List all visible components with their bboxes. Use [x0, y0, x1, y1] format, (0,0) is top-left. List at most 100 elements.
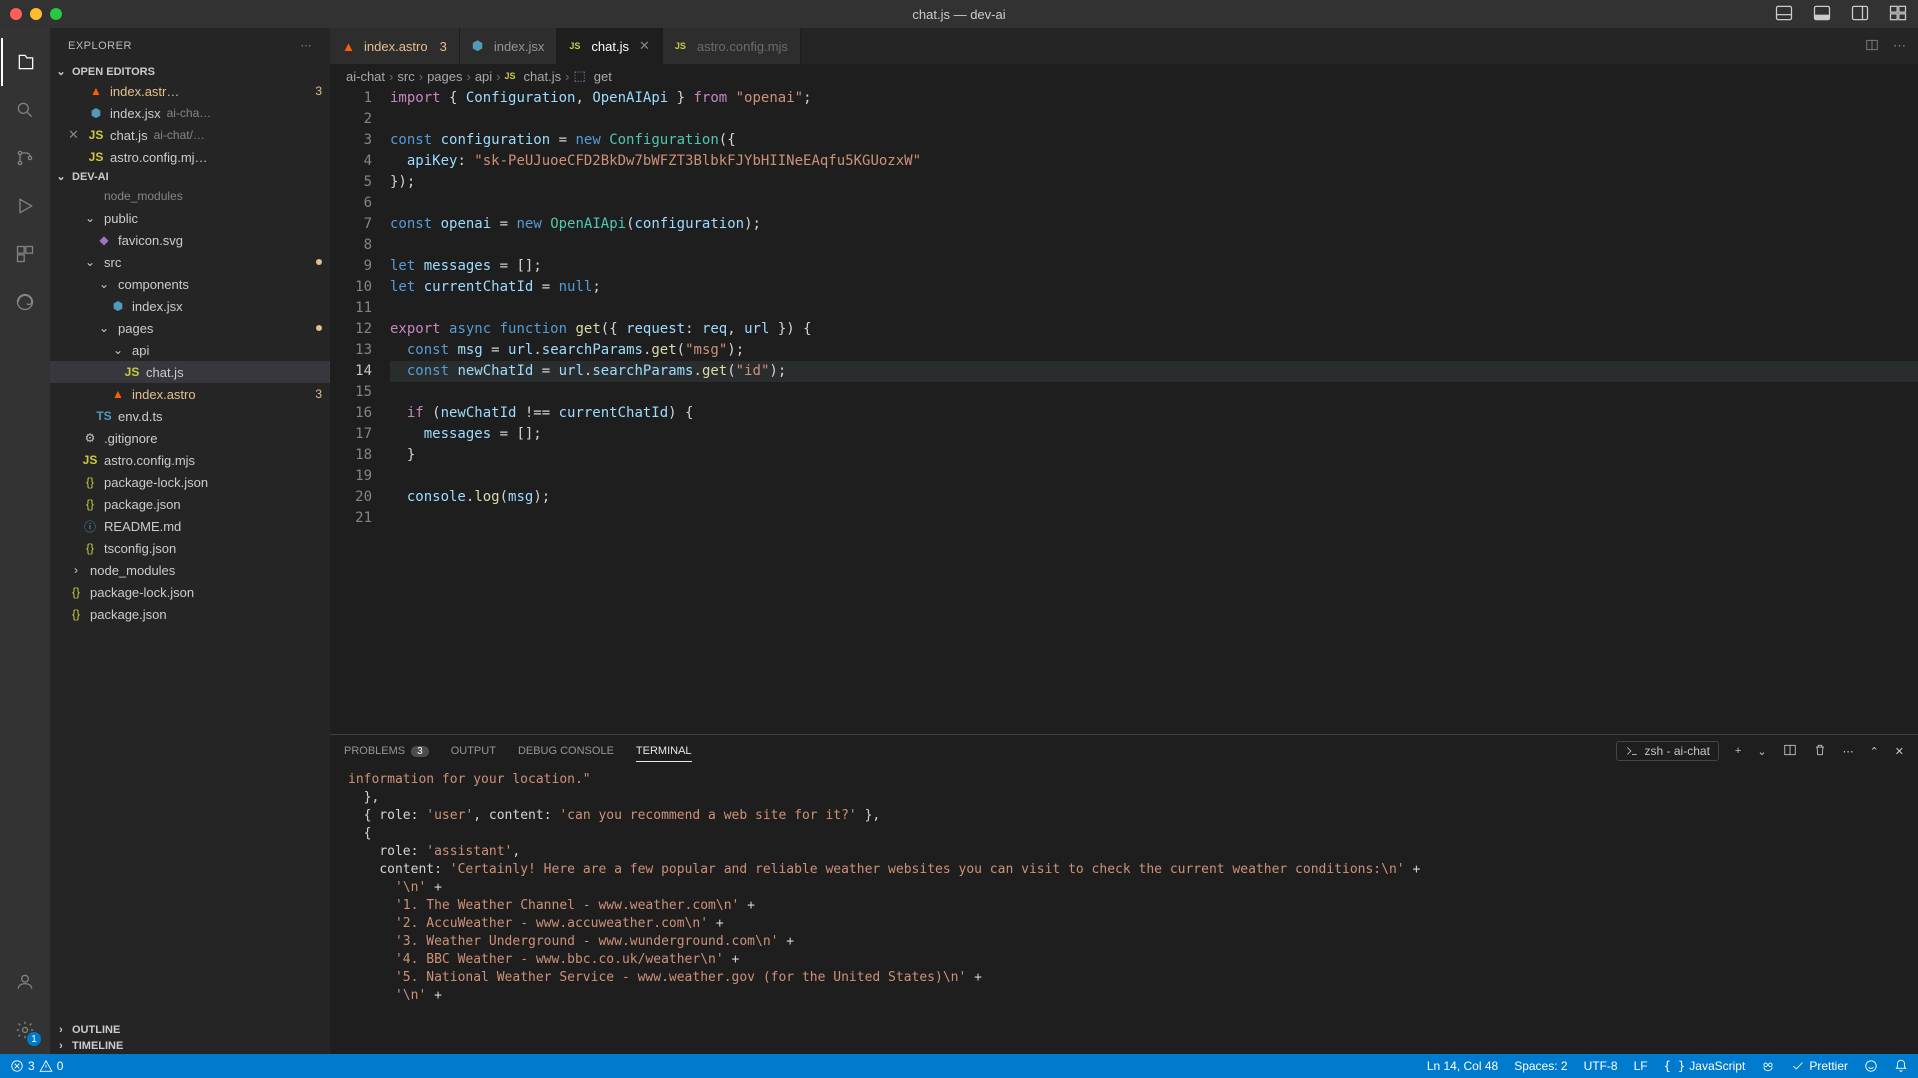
- code-line[interactable]: [390, 298, 1918, 319]
- breadcrumb-item[interactable]: chat.js: [524, 69, 562, 84]
- run-debug-icon[interactable]: [1, 182, 49, 230]
- account-icon[interactable]: [1, 958, 49, 1006]
- open-editor-item[interactable]: ▲index.astr…3: [50, 80, 330, 102]
- status-spaces[interactable]: Spaces: 2: [1514, 1059, 1567, 1073]
- search-icon[interactable]: [1, 86, 49, 134]
- code-line[interactable]: const configuration = new Configuration(…: [390, 130, 1918, 151]
- code-line[interactable]: export async function get({ request: req…: [390, 319, 1918, 340]
- code-line[interactable]: if (newChatId !== currentChatId) {: [390, 403, 1918, 424]
- code-line[interactable]: [390, 235, 1918, 256]
- folder-item[interactable]: ⌄components: [50, 273, 330, 295]
- trash-icon[interactable]: [1813, 743, 1827, 760]
- status-bell-icon[interactable]: [1894, 1059, 1908, 1073]
- file-item[interactable]: JSchat.js: [50, 361, 330, 383]
- settings-icon[interactable]: 1: [1, 1006, 49, 1054]
- code-line[interactable]: [390, 382, 1918, 403]
- chevron-down-icon[interactable]: ⌄: [1757, 745, 1766, 758]
- code-editor[interactable]: 123456789101112131415161718192021 import…: [330, 88, 1918, 734]
- file-item[interactable]: {}package-lock.json: [50, 581, 330, 603]
- code-line[interactable]: apiKey: "sk-PeUJuoeCFD2BkDw7bWFZT3BlbkFJ…: [390, 151, 1918, 172]
- more-panel-icon[interactable]: ⋯: [1843, 745, 1854, 758]
- file-item[interactable]: {}tsconfig.json: [50, 537, 330, 559]
- status-copilot-icon[interactable]: [1761, 1059, 1775, 1073]
- status-eol[interactable]: LF: [1634, 1059, 1648, 1073]
- panel-bottom-icon[interactable]: [1812, 3, 1832, 26]
- code-line[interactable]: const openai = new OpenAIApi(configurati…: [390, 214, 1918, 235]
- file-item[interactable]: ⓘREADME.md: [50, 515, 330, 537]
- breadcrumb-item[interactable]: ai-chat: [346, 69, 385, 84]
- code-line[interactable]: }: [390, 445, 1918, 466]
- breadcrumb-item[interactable]: get: [594, 69, 612, 84]
- code-line[interactable]: [390, 466, 1918, 487]
- code-line[interactable]: });: [390, 172, 1918, 193]
- code-line[interactable]: let currentChatId = null;: [390, 277, 1918, 298]
- extensions-icon[interactable]: [1, 230, 49, 278]
- open-editors-header[interactable]: ⌄OPEN EDITORS: [50, 63, 330, 80]
- code-line[interactable]: [390, 193, 1918, 214]
- timeline-header[interactable]: ›TIMELINE: [50, 1038, 330, 1054]
- file-item[interactable]: ▲index.astro3: [50, 383, 330, 405]
- status-ln-col[interactable]: Ln 14, Col 48: [1427, 1059, 1498, 1073]
- terminal-select[interactable]: zsh - ai-chat: [1616, 741, 1719, 761]
- open-editor-item[interactable]: ⬢index.jsxai-cha…: [50, 102, 330, 124]
- file-item[interactable]: ◆favicon.svg: [50, 229, 330, 251]
- folder-item[interactable]: ⌄src: [50, 251, 330, 273]
- dev-ai-header[interactable]: ⌄DEV-AI: [50, 168, 330, 185]
- code-line[interactable]: console.log(msg);: [390, 487, 1918, 508]
- panel-toggle-icon[interactable]: [1774, 3, 1794, 26]
- code-line[interactable]: [390, 109, 1918, 130]
- close-window[interactable]: [10, 8, 22, 20]
- folder-item[interactable]: node_modules: [50, 185, 330, 207]
- new-terminal-icon[interactable]: +: [1735, 745, 1741, 757]
- code-line[interactable]: let messages = [];: [390, 256, 1918, 277]
- editor-tab[interactable]: JSastro.config.mjs: [663, 28, 801, 64]
- status-language[interactable]: { } JavaScript: [1664, 1059, 1746, 1073]
- breadcrumb-item[interactable]: pages: [427, 69, 462, 84]
- tab-output[interactable]: OUTPUT: [451, 741, 496, 761]
- folder-item[interactable]: ⌄pages: [50, 317, 330, 339]
- status-encoding[interactable]: UTF-8: [1584, 1059, 1618, 1073]
- tab-terminal[interactable]: TERMINAL: [636, 741, 692, 762]
- editor-tab[interactable]: JSchat.js✕: [557, 28, 662, 64]
- split-terminal-icon[interactable]: [1783, 743, 1797, 760]
- file-item[interactable]: ⚙.gitignore: [50, 427, 330, 449]
- file-item[interactable]: ⬢index.jsx: [50, 295, 330, 317]
- code-line[interactable]: const newChatId = url.searchParams.get("…: [390, 361, 1918, 382]
- breadcrumbs[interactable]: ai-chat›src›pages›api›JSchat.js›⬚get: [330, 64, 1918, 88]
- chevron-up-icon[interactable]: ⌃: [1870, 745, 1879, 758]
- layout-icon[interactable]: [1888, 3, 1908, 26]
- breadcrumb-item[interactable]: api: [475, 69, 492, 84]
- tab-debug-console[interactable]: DEBUG CONSOLE: [518, 741, 614, 761]
- maximize-window[interactable]: [50, 8, 62, 20]
- file-item[interactable]: {}package.json: [50, 493, 330, 515]
- folder-item[interactable]: ⌄api: [50, 339, 330, 361]
- file-item[interactable]: TSenv.d.ts: [50, 405, 330, 427]
- file-item[interactable]: JSastro.config.mjs: [50, 449, 330, 471]
- outline-header[interactable]: ›OUTLINE: [50, 1022, 330, 1038]
- code-line[interactable]: import { Configuration, OpenAIApi } from…: [390, 88, 1918, 109]
- status-prettier[interactable]: Prettier: [1791, 1059, 1848, 1073]
- terminal-output[interactable]: information for your location." }, { rol…: [330, 767, 1918, 1054]
- code-line[interactable]: const msg = url.searchParams.get("msg");: [390, 340, 1918, 361]
- sidebar-right-icon[interactable]: [1850, 3, 1870, 26]
- source-control-icon[interactable]: [1, 134, 49, 182]
- close-panel-icon[interactable]: ✕: [1895, 745, 1904, 758]
- breadcrumb-item[interactable]: src: [397, 69, 414, 84]
- file-item[interactable]: {}package-lock.json: [50, 471, 330, 493]
- editor-tab[interactable]: ▲index.astro3: [330, 28, 460, 64]
- open-editor-item[interactable]: JSastro.config.mj…: [50, 146, 330, 168]
- editor-tab[interactable]: ⬢index.jsx: [460, 28, 558, 64]
- tab-problems[interactable]: PROBLEMS 3: [344, 741, 429, 761]
- folder-item[interactable]: ›node_modules: [50, 559, 330, 581]
- explorer-icon[interactable]: [1, 38, 49, 86]
- folder-item[interactable]: ⌄public: [50, 207, 330, 229]
- more-tab-icon[interactable]: ⋯: [1893, 38, 1906, 54]
- more-icon[interactable]: ⋯: [301, 39, 313, 52]
- status-feedback-icon[interactable]: [1864, 1059, 1878, 1073]
- code-line[interactable]: [390, 508, 1918, 529]
- edge-icon[interactable]: [1, 278, 49, 326]
- status-errors[interactable]: 3 0: [10, 1059, 63, 1073]
- split-icon[interactable]: [1865, 38, 1879, 55]
- close-tab-icon[interactable]: ✕: [639, 38, 650, 54]
- code-line[interactable]: messages = [];: [390, 424, 1918, 445]
